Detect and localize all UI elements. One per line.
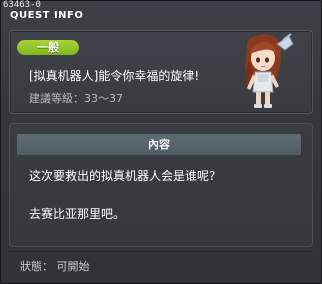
content-line: 去赛比亚那里吧。 xyxy=(29,207,126,221)
npc-portrait-image xyxy=(233,30,303,112)
content-section-header: 內容 xyxy=(17,134,301,155)
content-line: 这次要救出的拟真机器人会是谁呢? xyxy=(29,169,216,183)
quest-id: 63463-0 xyxy=(3,0,41,10)
recommended-level: 建議等級：33～37 xyxy=(29,92,123,105)
divider xyxy=(9,251,311,252)
npc-character-icon xyxy=(245,33,294,108)
window-title: QUEST INFO xyxy=(10,10,84,21)
quest-category-badge: 一般 xyxy=(17,40,79,55)
quest-title: [拟真机器人]能令你幸福的旋律! xyxy=(29,69,200,83)
quest-status: 狀態： 可開始 xyxy=(20,260,90,273)
